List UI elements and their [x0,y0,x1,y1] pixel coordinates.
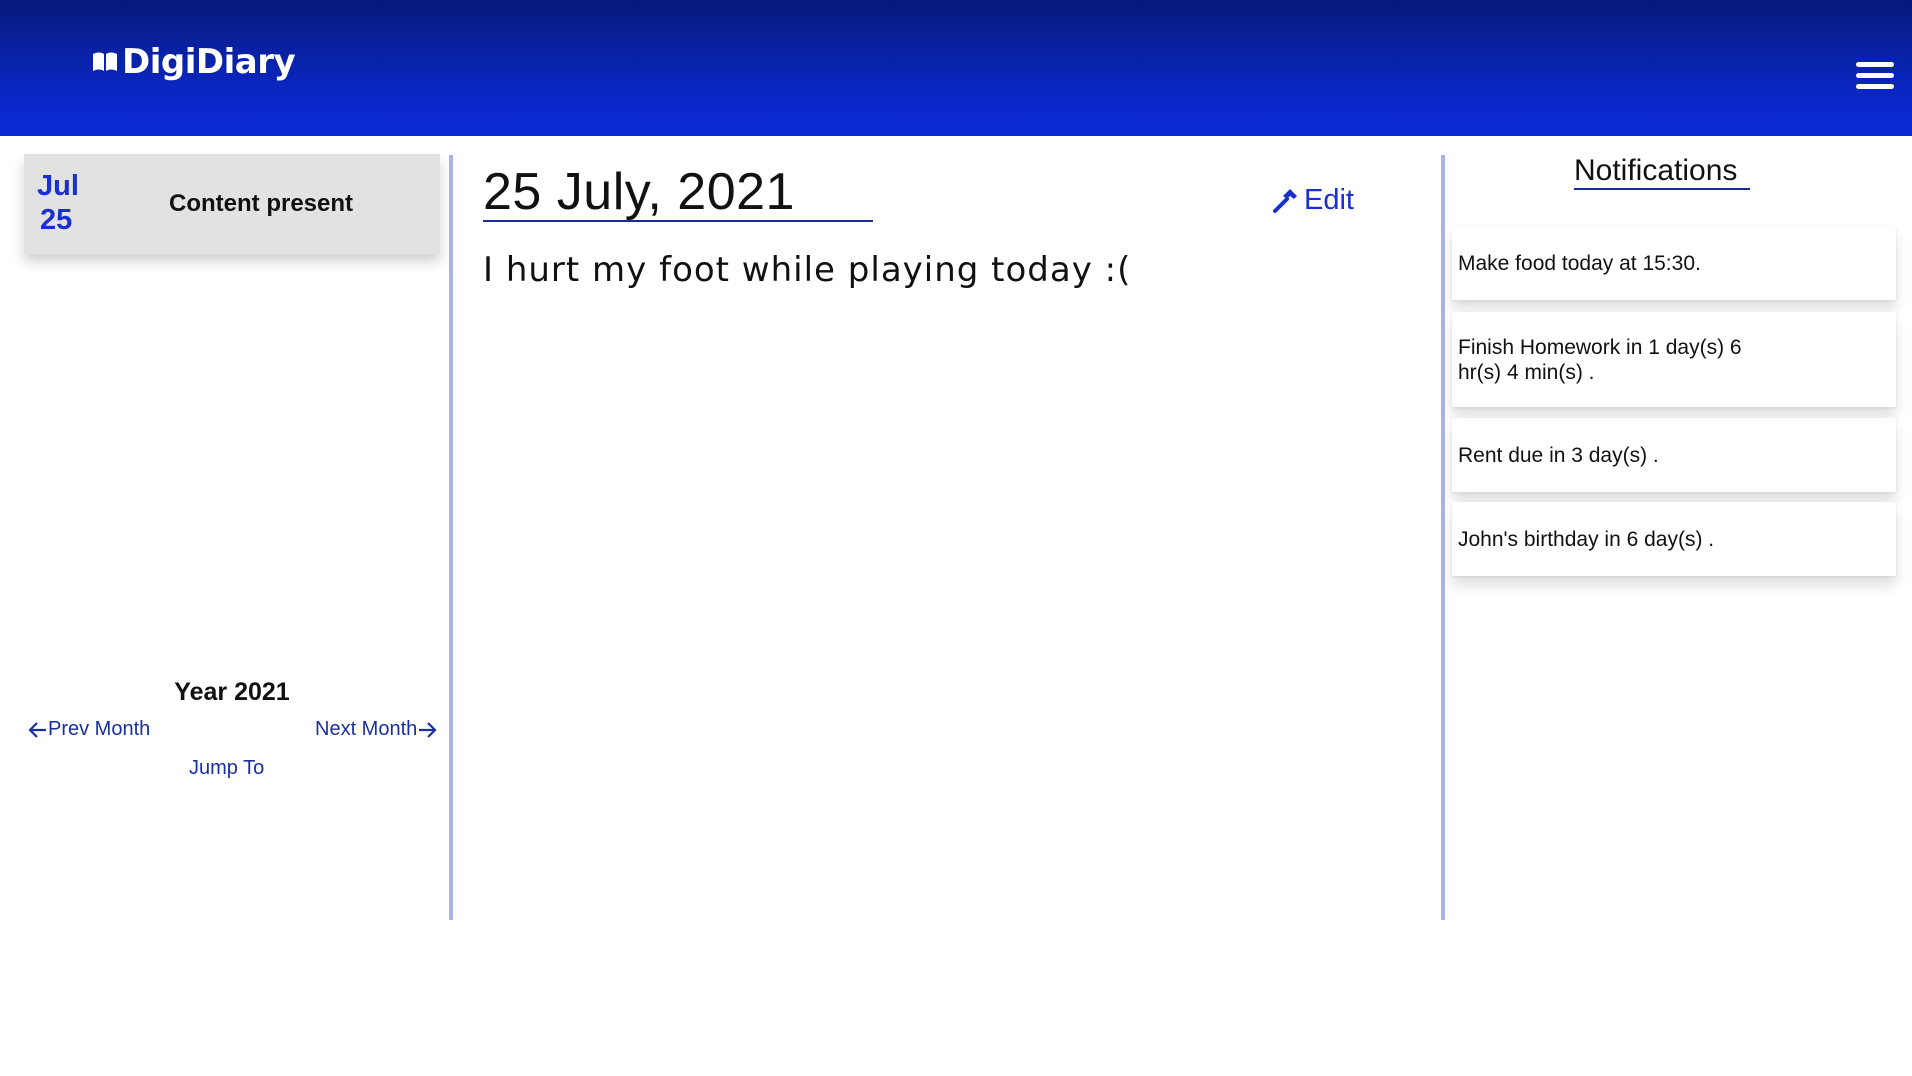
next-month-label: Next Month [315,718,418,740]
edit-label: Edit [1304,184,1354,216]
app-logo[interactable]: DigiDiary [92,42,296,82]
notifications-title: Notifications [1574,154,1738,187]
notification-card[interactable]: Finish Homework in 1 day(s) 6 hr(s) 4 mi… [1452,312,1896,407]
notifications-underline [1574,188,1750,190]
prev-month-label: Prev Month [48,718,151,740]
jump-to-label: Jump To [189,757,265,779]
diary-entry-card[interactable]: Jul 25 Content present [24,154,440,254]
arrow-right-icon [419,721,437,738]
entry-date-title: 25 July, 2021 [483,163,795,221]
notification-card[interactable]: John's birthday in 6 day(s) . [1452,502,1896,576]
jump-to-link[interactable]: Jump To [189,757,264,780]
app-header: DigiDiary [0,0,1912,136]
hamburger-menu-icon[interactable] [1856,62,1896,92]
right-divider [1441,155,1445,920]
notification-text: Finish Homework in 1 day(s) 6 hr(s) 4 mi… [1458,335,1742,384]
edit-button[interactable]: Edit [1272,184,1354,217]
notification-text: John's birthday in 6 day(s) . [1458,527,1715,551]
next-month-link[interactable]: Next Month [315,718,437,741]
hammer-icon [1273,188,1297,213]
sidebar: Jul 25 Content present [0,136,450,920]
entry-day: 25 [40,204,73,236]
entry-status: Content present [169,190,354,217]
notification-text: Make food today at 15:30. [1458,251,1701,275]
year-label: Year 2021 [174,678,290,706]
entry-text: I hurt my foot while playing today :( [483,250,1132,290]
entry-month: Jul [37,170,79,202]
app-name: DigiDiary [122,42,296,82]
notification-text: Rent due in 3 day(s) . [1458,443,1659,467]
notification-card[interactable]: Make food today at 15:30. [1452,226,1896,300]
left-divider [449,155,453,920]
prev-month-link[interactable]: Prev Month [28,718,150,741]
date-underline [483,220,873,222]
arrow-left-icon [28,721,46,738]
notification-card[interactable]: Rent due in 3 day(s) . [1452,418,1896,492]
book-icon [93,52,117,71]
